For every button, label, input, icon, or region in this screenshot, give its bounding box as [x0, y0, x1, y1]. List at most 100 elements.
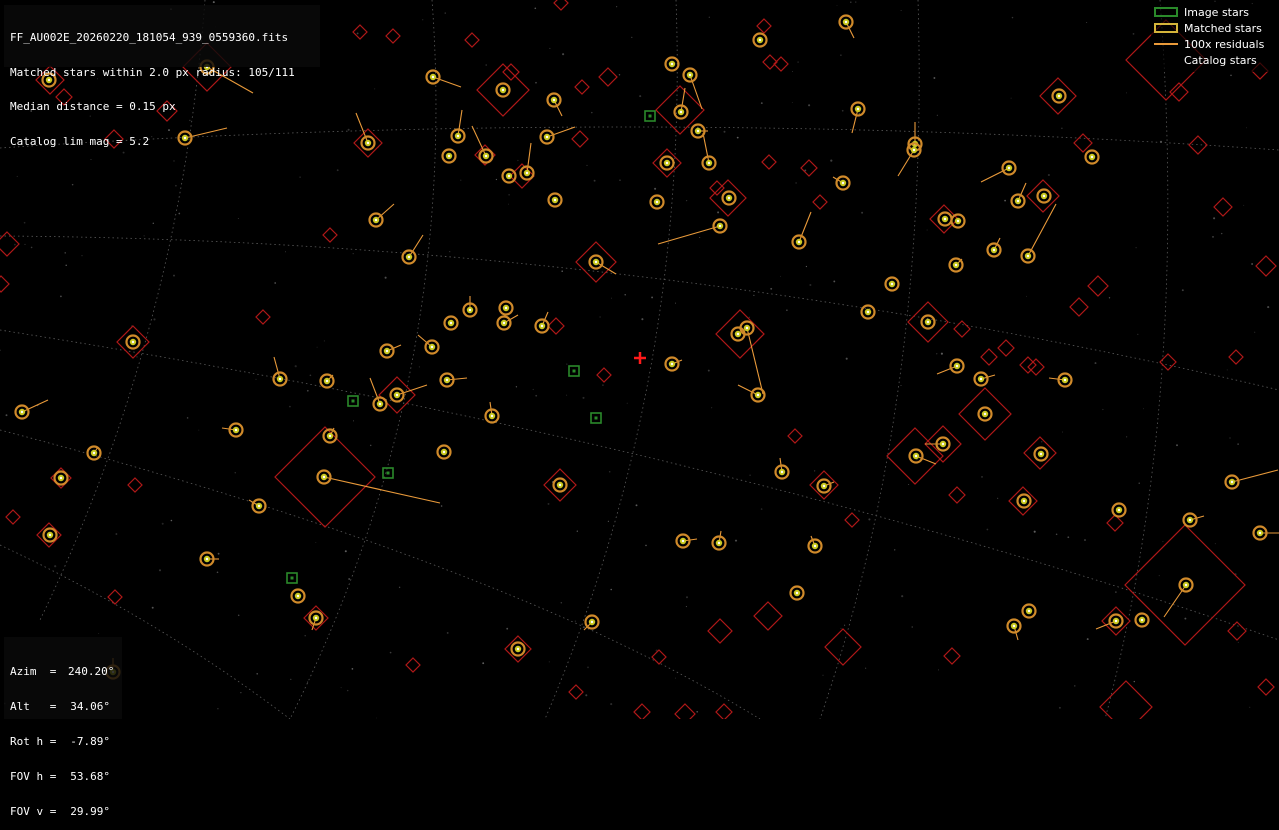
catalog-star-marker [574, 79, 590, 95]
matched-star-marker [42, 527, 58, 543]
background-star [274, 282, 277, 284]
background-star [548, 661, 550, 663]
catalog-star-marker [651, 649, 667, 665]
background-star [389, 651, 392, 654]
legend-item-image-stars: Image stars [1151, 4, 1279, 20]
background-star [833, 280, 836, 283]
matched-star-marker [649, 194, 665, 210]
background-star [217, 552, 220, 555]
catalog-star-marker [812, 194, 828, 210]
background-star [593, 179, 596, 182]
background-star [1229, 437, 1231, 439]
background-star [1162, 541, 1164, 543]
background-star [506, 627, 509, 630]
matched-star-marker [588, 254, 604, 270]
background-star [374, 88, 376, 90]
background-star [1086, 21, 1088, 23]
residual-line [680, 87, 686, 113]
background-star [845, 357, 848, 360]
matched-star-marker [319, 373, 335, 389]
background-star [306, 389, 309, 392]
background-star [24, 243, 26, 245]
background-star [916, 459, 918, 461]
background-star [562, 53, 565, 56]
background-star [237, 218, 239, 220]
matched-star-marker [1001, 160, 1017, 176]
background-star [574, 620, 577, 622]
matched-star-marker [510, 641, 526, 657]
matched-star-marker [436, 444, 452, 460]
catalog-star-marker [127, 477, 143, 493]
background-star [753, 294, 755, 296]
matched-star-marker [791, 234, 807, 250]
background-star [1213, 217, 1216, 220]
background-star [54, 565, 57, 568]
background-star [861, 211, 864, 214]
catalog-star-marker [948, 486, 966, 504]
background-star [0, 349, 1, 352]
catalog-star-marker [596, 367, 612, 383]
background-star [143, 235, 145, 237]
pointing-row-fov-v: FOV v = 29.99° [10, 805, 110, 818]
matched-star-marker [584, 614, 600, 630]
catalog-star-marker [1188, 135, 1208, 155]
matched-star-marker [360, 135, 376, 151]
grid-line-az-5 [1104, 0, 1169, 719]
background-star [748, 316, 750, 318]
background-star [1010, 97, 1012, 99]
matched-star-marker [389, 387, 405, 403]
catalog-star-marker [322, 227, 338, 243]
background-star [346, 689, 349, 692]
background-star [840, 627, 842, 629]
background-star [422, 19, 424, 21]
fit-info-panel: FF_AU002E_20260220_181054_939_0559360.fi… [4, 5, 320, 147]
residual-line [323, 476, 441, 504]
background-star [115, 533, 118, 535]
background-star [30, 246, 33, 249]
matched-star-marker [1084, 149, 1100, 165]
background-star [675, 302, 676, 304]
background-star [482, 662, 485, 665]
background-star [645, 544, 647, 547]
background-star [158, 569, 162, 572]
background-star [1158, 575, 1160, 577]
matched-star-marker [290, 588, 306, 604]
catalog-star-marker [1159, 353, 1177, 371]
matched-star-marker [659, 155, 675, 171]
background-star [444, 12, 446, 14]
matched-star-marker [308, 610, 324, 626]
matched-star-marker [424, 339, 440, 355]
background-star [1126, 436, 1128, 438]
matched-star-marker [372, 396, 388, 412]
background-star [1132, 33, 1135, 35]
background-star [294, 365, 297, 368]
matched-star-marker [950, 213, 966, 229]
catalog-star-marker [1099, 680, 1153, 719]
catalog-star-marker [943, 647, 961, 665]
background-star [198, 429, 200, 431]
background-star [284, 251, 287, 253]
background-star [307, 681, 309, 683]
background-star [64, 252, 66, 254]
catalog-star-marker [1027, 358, 1045, 376]
matched-star-marker [673, 104, 689, 120]
background-star [1214, 0, 1216, 2]
background-star [173, 274, 175, 277]
background-star [893, 549, 896, 551]
background-star [347, 128, 350, 131]
residual-line [897, 149, 915, 177]
matched-star-marker [14, 404, 30, 420]
background-star [356, 32, 359, 35]
catalog-star-marker [762, 54, 778, 70]
background-star [256, 672, 259, 675]
background-star [696, 710, 699, 713]
background-star [619, 179, 621, 181]
background-star [981, 476, 983, 478]
matched-star-marker [908, 448, 924, 464]
background-star [508, 203, 509, 205]
background-star [170, 519, 173, 522]
background-star [608, 470, 611, 473]
background-star [865, 667, 867, 669]
background-star [607, 520, 609, 522]
background-star [770, 287, 773, 290]
